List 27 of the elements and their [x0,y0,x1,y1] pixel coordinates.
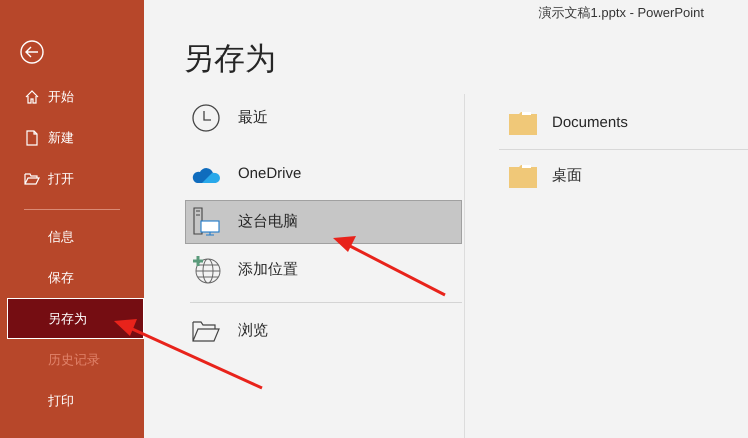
location-item[interactable]: 浏览 [185,309,462,353]
folder-icon [509,164,537,188]
location-item[interactable]: OneDrive [185,152,462,196]
home-icon [24,88,40,104]
page-heading: 另存为 [183,40,276,78]
sidebar-item[interactable]: 信息 [0,216,144,257]
folder-icon [192,320,220,342]
sidebar-item[interactable]: 打开 [0,158,144,199]
sidebar-item[interactable]: 新建 [0,117,144,158]
location-item[interactable]: 添加位置 [185,248,462,292]
document-icon [24,130,40,146]
location-item[interactable]: 这台电脑 [185,200,462,244]
globe-plus-icon [192,255,222,285]
folder-icon [24,170,40,186]
back-icon[interactable] [20,40,44,64]
cloud-icon [192,165,220,183]
sidebar-item[interactable]: 保存 [0,257,144,298]
location-item[interactable]: 最近 [185,96,462,140]
window-title: 演示文稿1.pptx - PowerPoint [538,4,704,22]
sidebar-item[interactable]: 开始 [0,76,144,117]
sidebar-item[interactable]: 打印 [0,380,144,421]
sidebar-item[interactable]: 另存为 [7,298,144,339]
folder-item[interactable]: Documents [465,97,748,149]
clock-icon [192,104,220,132]
folder-icon [509,111,537,135]
computer-icon [192,207,220,237]
folder-item[interactable]: 桌面 [465,150,748,202]
